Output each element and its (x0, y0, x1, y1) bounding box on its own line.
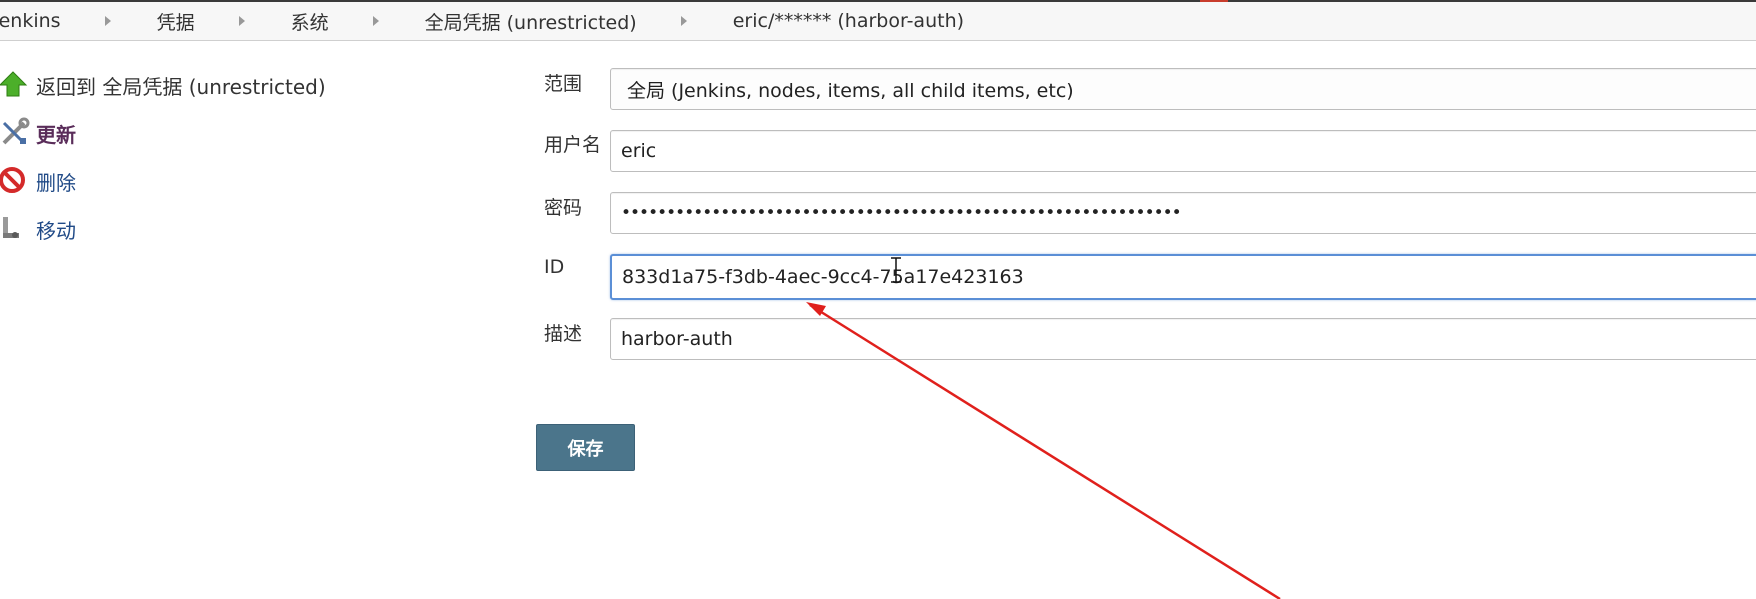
scope-selected-value: 全局 (Jenkins, nodes, items, all child ite… (627, 79, 1074, 102)
breadcrumb-separator-icon (238, 16, 245, 26)
username-value: eric (621, 140, 657, 162)
sidebar-item-label: 更新 (36, 123, 76, 147)
text-cursor-icon (891, 257, 901, 283)
scope-select[interactable]: 全局 (Jenkins, nodes, items, all child ite… (610, 68, 1756, 110)
breadcrumb: Jenkins 凭据 系统 全局凭据 (unrestricted) eric/*… (0, 2, 1756, 41)
description-field[interactable]: harbor-auth (610, 318, 1756, 360)
sidebar-item-label: 删除 (36, 171, 76, 195)
move-icon (3, 217, 19, 238)
id-value: 833d1a75-f3db-4aec-9cc4-75a17e423163 (622, 266, 1024, 288)
breadcrumb-separator-icon (680, 16, 687, 26)
description-value: harbor-auth (621, 328, 733, 350)
id-field[interactable]: 833d1a75-f3db-4aec-9cc4-75a17e423163 (610, 254, 1756, 300)
description-label: 描述 (544, 323, 583, 345)
username-field[interactable]: eric (610, 130, 1756, 172)
breadcrumb-system[interactable]: 系统 (291, 8, 329, 35)
password-value: ••••••••••••••••••••••••••••••••••••••••… (621, 203, 1182, 223)
breadcrumb-current-credential[interactable]: eric/****** (harbor-auth) (733, 10, 964, 32)
id-label: ID (544, 256, 565, 278)
breadcrumb-separator-icon (104, 16, 111, 26)
breadcrumb-global-credentials[interactable]: 全局凭据 (unrestricted) (425, 8, 637, 35)
wrench-screwdriver-icon (2, 117, 30, 145)
up-arrow-icon (0, 71, 28, 97)
breadcrumb-separator-icon (372, 16, 379, 26)
password-label: 密码 (544, 197, 583, 219)
no-entry-icon (0, 167, 25, 193)
sidebar-item-label: 返回到 全局凭据 (unrestricted) (36, 75, 326, 99)
username-label: 用户名 (544, 134, 602, 156)
breadcrumb-jenkins[interactable]: Jenkins (0, 10, 61, 32)
scope-label: 范围 (544, 73, 583, 95)
password-field[interactable]: ••••••••••••••••••••••••••••••••••••••••… (610, 192, 1756, 234)
save-button[interactable]: 保存 (536, 424, 635, 471)
breadcrumb-credentials[interactable]: 凭据 (157, 8, 195, 35)
sidebar-item-label: 移动 (36, 219, 76, 243)
